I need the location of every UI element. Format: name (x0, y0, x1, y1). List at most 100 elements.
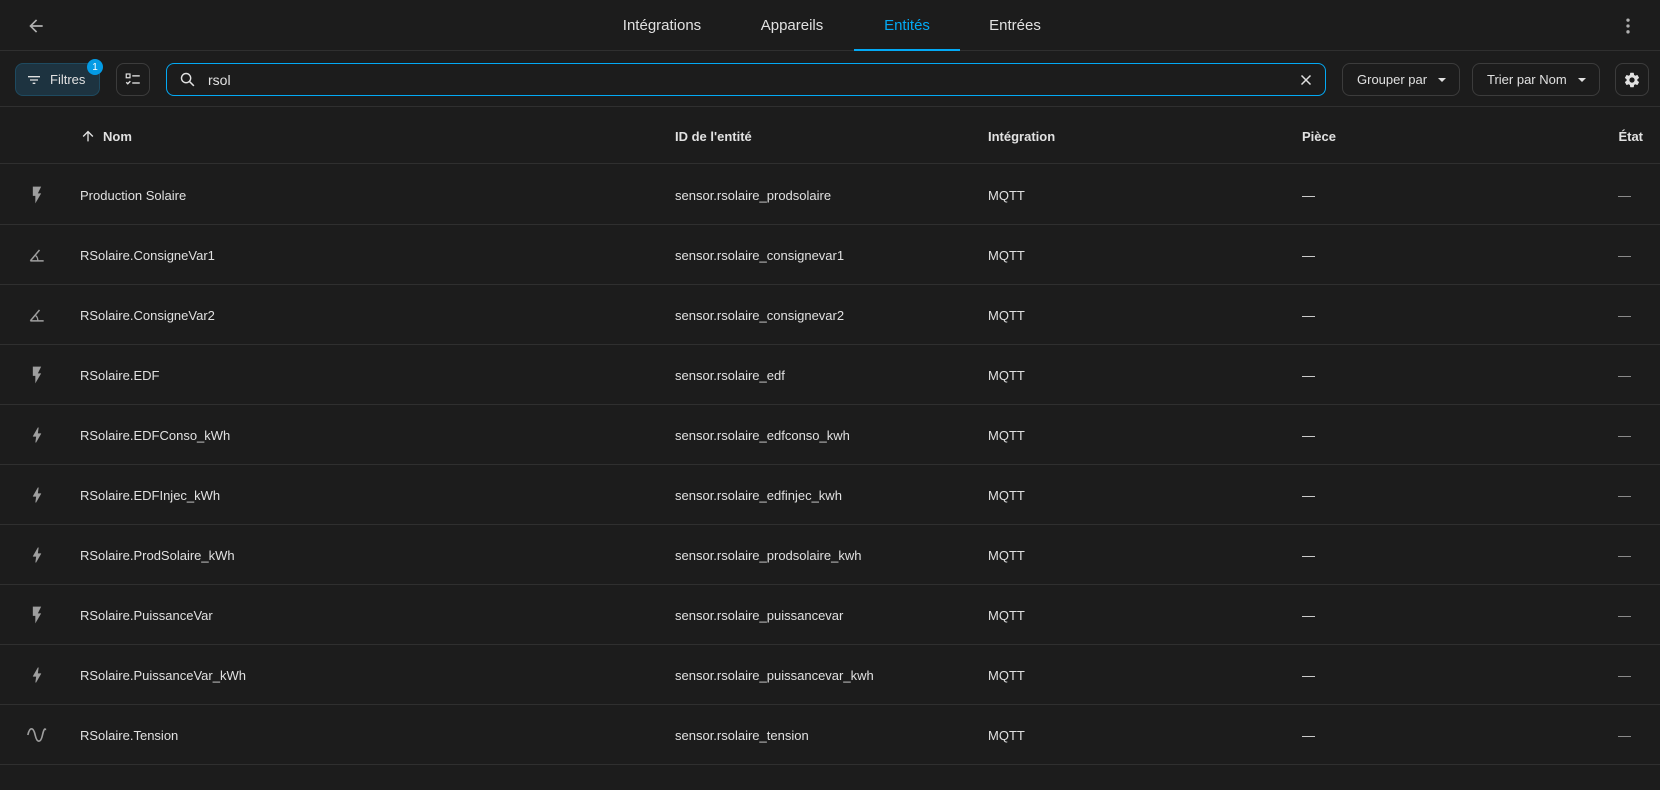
column-header-entity-id[interactable]: ID de l'entité (675, 108, 752, 164)
filters-count-badge: 1 (87, 59, 103, 75)
search-input[interactable] (206, 70, 1266, 89)
entity-icon (26, 285, 48, 345)
tab-integrations[interactable]: Intégrations (606, 0, 718, 51)
search-toolbar: Filtres 1 Grouper par Trier par Nom (0, 52, 1660, 107)
entity-integration: MQTT (988, 307, 1025, 323)
entity-id: sensor.rsolaire_puissancevar (675, 607, 844, 623)
sort-label: Trier par Nom (1487, 72, 1567, 87)
entity-state: — (1618, 547, 1631, 563)
entity-integration: MQTT (988, 727, 1025, 743)
entity-room: — (1302, 307, 1315, 323)
filter-icon (26, 72, 42, 88)
table-header: Nom ID de l'entité Intégration Pièce Éta… (0, 108, 1660, 164)
settings-button[interactable] (1615, 63, 1649, 96)
entity-room: — (1302, 607, 1315, 623)
entity-state: — (1618, 427, 1631, 443)
column-header-integration[interactable]: Intégration (988, 108, 1055, 164)
entity-id: sensor.rsolaire_prodsolaire_kwh (675, 547, 862, 563)
navigation-tabs: Intégrations Appareils Entités Entrées (0, 0, 1660, 51)
entity-integration: MQTT (988, 547, 1025, 563)
entity-room: — (1302, 247, 1315, 263)
table-row[interactable]: RSolaire.ConsigneVar1 sensor.rsolaire_co… (0, 225, 1660, 285)
lightning-icon (27, 665, 47, 685)
checklist-icon (124, 71, 142, 89)
caret-down-icon (1577, 75, 1587, 85)
tab-entities[interactable]: Entités (854, 0, 960, 51)
dots-vertical-icon (1618, 16, 1638, 36)
entity-id: sensor.rsolaire_edfconso_kwh (675, 427, 850, 443)
entity-id: sensor.rsolaire_tension (675, 727, 809, 743)
flash-icon (27, 605, 47, 625)
entity-id: sensor.rsolaire_edf (675, 367, 785, 383)
entity-id: sensor.rsolaire_consignevar1 (675, 247, 845, 263)
entity-integration: MQTT (988, 487, 1025, 503)
flash-icon (27, 185, 47, 205)
entity-state: — (1618, 727, 1631, 743)
lightning-icon (27, 485, 47, 505)
entity-room: — (1302, 427, 1315, 443)
sort-button[interactable]: Trier par Nom (1472, 63, 1600, 96)
entity-name: RSolaire.PuissanceVar_kWh (80, 667, 246, 683)
entity-integration: MQTT (988, 367, 1025, 383)
table-row[interactable]: RSolaire.EDF sensor.rsolaire_edf MQTT — … (0, 345, 1660, 405)
entity-room: — (1302, 187, 1315, 203)
entity-state: — (1618, 367, 1631, 383)
entity-state: — (1618, 487, 1631, 503)
entity-state: — (1618, 247, 1631, 263)
table-row[interactable]: RSolaire.ProdSolaire_kWh sensor.rsolaire… (0, 525, 1660, 585)
angle-icon (27, 305, 47, 325)
column-label-integration: Intégration (988, 128, 1056, 144)
entity-name: RSolaire.ConsigneVar2 (80, 307, 215, 323)
overflow-menu-button[interactable] (1612, 10, 1644, 42)
entity-state: — (1618, 307, 1631, 323)
entity-icon (26, 165, 48, 225)
tab-helpers[interactable]: Entrées (974, 0, 1056, 51)
entity-integration: MQTT (988, 247, 1025, 263)
table-row[interactable]: RSolaire.EDFConso_kWh sensor.rsolaire_ed… (0, 405, 1660, 465)
entity-icon (26, 345, 48, 405)
entity-name: RSolaire.EDFInjec_kWh (80, 487, 221, 503)
entity-integration: MQTT (988, 187, 1025, 203)
search-icon (179, 71, 196, 88)
entity-icon (26, 705, 48, 765)
entity-room: — (1302, 547, 1315, 563)
entity-name: Production Solaire (80, 187, 187, 203)
gear-icon (1623, 71, 1641, 89)
entity-state: — (1618, 607, 1631, 623)
group-by-button[interactable]: Grouper par (1342, 63, 1461, 96)
table-row[interactable]: RSolaire.EDFInjec_kWh sensor.rsolaire_ed… (0, 465, 1660, 525)
entity-icon (26, 525, 48, 585)
top-app-bar: Intégrations Appareils Entités Entrées (0, 0, 1660, 51)
column-label-name: Nom (103, 128, 132, 144)
table-row[interactable]: RSolaire.Tension sensor.rsolaire_tension… (0, 705, 1660, 765)
column-header-name[interactable]: Nom (80, 108, 132, 164)
entity-integration: MQTT (988, 607, 1025, 623)
entity-name: RSolaire.ProdSolaire_kWh (80, 547, 235, 563)
arrow-up-icon (80, 128, 96, 144)
sine-wave-icon (26, 724, 48, 746)
entity-room: — (1302, 367, 1315, 383)
entity-id: sensor.rsolaire_puissancevar_kwh (675, 667, 874, 683)
column-header-room[interactable]: Pièce (1302, 108, 1336, 164)
table-row[interactable]: Production Solaire sensor.rsolaire_prods… (0, 165, 1660, 225)
caret-down-icon (1437, 75, 1447, 85)
tab-devices[interactable]: Appareils (747, 0, 837, 51)
entity-icon (26, 585, 48, 645)
entity-id: sensor.rsolaire_consignevar2 (675, 307, 845, 323)
entities-table-body: Production Solaire sensor.rsolaire_prods… (0, 165, 1660, 765)
table-row[interactable]: RSolaire.ConsigneVar2 sensor.rsolaire_co… (0, 285, 1660, 345)
column-header-state[interactable]: État (1618, 108, 1643, 164)
table-row[interactable]: RSolaire.PuissanceVar_kWh sensor.rsolair… (0, 645, 1660, 705)
search-field[interactable] (166, 63, 1326, 96)
entity-icon (26, 225, 48, 285)
table-row[interactable]: RSolaire.PuissanceVar sensor.rsolaire_pu… (0, 585, 1660, 645)
selection-mode-button[interactable] (116, 63, 150, 96)
entity-name: RSolaire.EDF (80, 367, 160, 383)
angle-icon (27, 245, 47, 265)
column-label-entity-id: ID de l'entité (675, 128, 752, 144)
clear-search-icon[interactable] (1297, 71, 1315, 89)
column-label-room: Pièce (1302, 128, 1336, 144)
group-by-label: Grouper par (1357, 72, 1428, 87)
entity-name: RSolaire.Tension (80, 727, 179, 743)
lightning-icon (27, 545, 47, 565)
